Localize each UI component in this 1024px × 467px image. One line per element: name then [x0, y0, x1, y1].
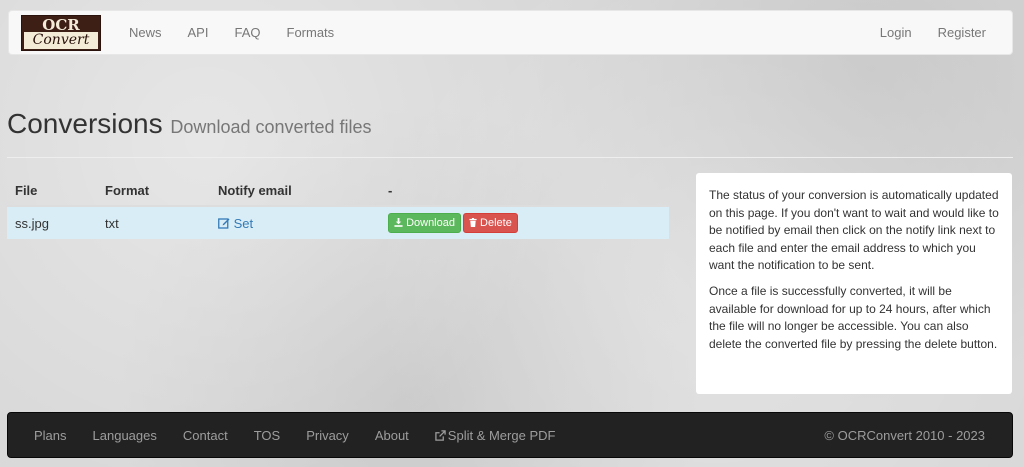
footer-links: Plans Languages Contact TOS Privacy Abou… — [21, 428, 568, 443]
column-header-format: Format — [97, 176, 210, 207]
footer-link-plans[interactable]: Plans — [21, 428, 80, 443]
top-navbar: OCR Convert News API FAQ Formats Login R… — [8, 10, 1013, 55]
nav-link-api[interactable]: API — [175, 10, 222, 55]
delete-label: Delete — [480, 217, 512, 229]
delete-button[interactable]: Delete — [462, 213, 518, 233]
download-icon — [394, 218, 403, 227]
notify-set-link[interactable]: Set — [218, 216, 253, 231]
split-merge-pdf-label: Split & Merge PDF — [447, 427, 556, 443]
format-cell: txt — [97, 205, 210, 239]
nav-account-links: Login Register — [867, 10, 999, 55]
footer-link-about[interactable]: About — [362, 428, 422, 443]
nav-link-formats[interactable]: Formats — [274, 10, 348, 55]
nav-link-news[interactable]: News — [116, 10, 175, 55]
login-link[interactable]: Login — [867, 10, 925, 55]
table-row: ss.jpg txt Set Download Delete — [7, 205, 669, 239]
footer-link-split-merge-pdf[interactable]: Split & Merge PDF — [422, 428, 569, 443]
download-label: Download — [406, 217, 455, 229]
column-header-notify-email: Notify email — [210, 176, 380, 207]
page-title-text: Conversions — [7, 108, 163, 139]
conversions-table: File Format Notify email - ss.jpg txt Se… — [7, 176, 669, 239]
column-header-actions: - — [380, 176, 669, 207]
file-name-cell: ss.jpg — [7, 205, 97, 239]
info-paragraph-status: The status of your conversion is automat… — [709, 188, 999, 273]
site-footer: Plans Languages Contact TOS Privacy Abou… — [7, 412, 1013, 458]
actions-cell: Download Delete — [380, 205, 669, 239]
conversion-info-panel: The status of your conversion is automat… — [696, 173, 1012, 394]
page-title: Conversions Download converted files — [7, 108, 1013, 143]
footer-link-contact[interactable]: Contact — [170, 428, 241, 443]
trash-icon — [469, 218, 477, 227]
footer-link-privacy[interactable]: Privacy — [293, 428, 362, 443]
edit-icon — [218, 217, 230, 229]
page-header: Conversions Download converted files — [7, 108, 1013, 158]
logo-text-bottom: Convert — [24, 31, 98, 49]
external-link-icon — [435, 429, 446, 441]
site-logo[interactable]: OCR Convert — [21, 14, 101, 51]
column-header-file: File — [7, 176, 97, 207]
table-header-row: File Format Notify email - — [7, 176, 669, 207]
footer-link-tos[interactable]: TOS — [241, 428, 294, 443]
page-subtitle: Download converted files — [170, 117, 372, 137]
nav-main-links: News API FAQ Formats — [116, 10, 347, 55]
download-button[interactable]: Download — [388, 213, 461, 233]
notify-cell: Set — [210, 205, 380, 239]
info-paragraph-retention: Once a file is successfully converted, i… — [709, 283, 998, 351]
footer-copyright: © OCRConvert 2010 - 2023 — [824, 427, 985, 443]
register-link[interactable]: Register — [925, 10, 999, 55]
footer-link-languages[interactable]: Languages — [80, 428, 170, 443]
notify-set-label: Set — [233, 215, 254, 231]
nav-link-faq[interactable]: FAQ — [221, 10, 273, 55]
